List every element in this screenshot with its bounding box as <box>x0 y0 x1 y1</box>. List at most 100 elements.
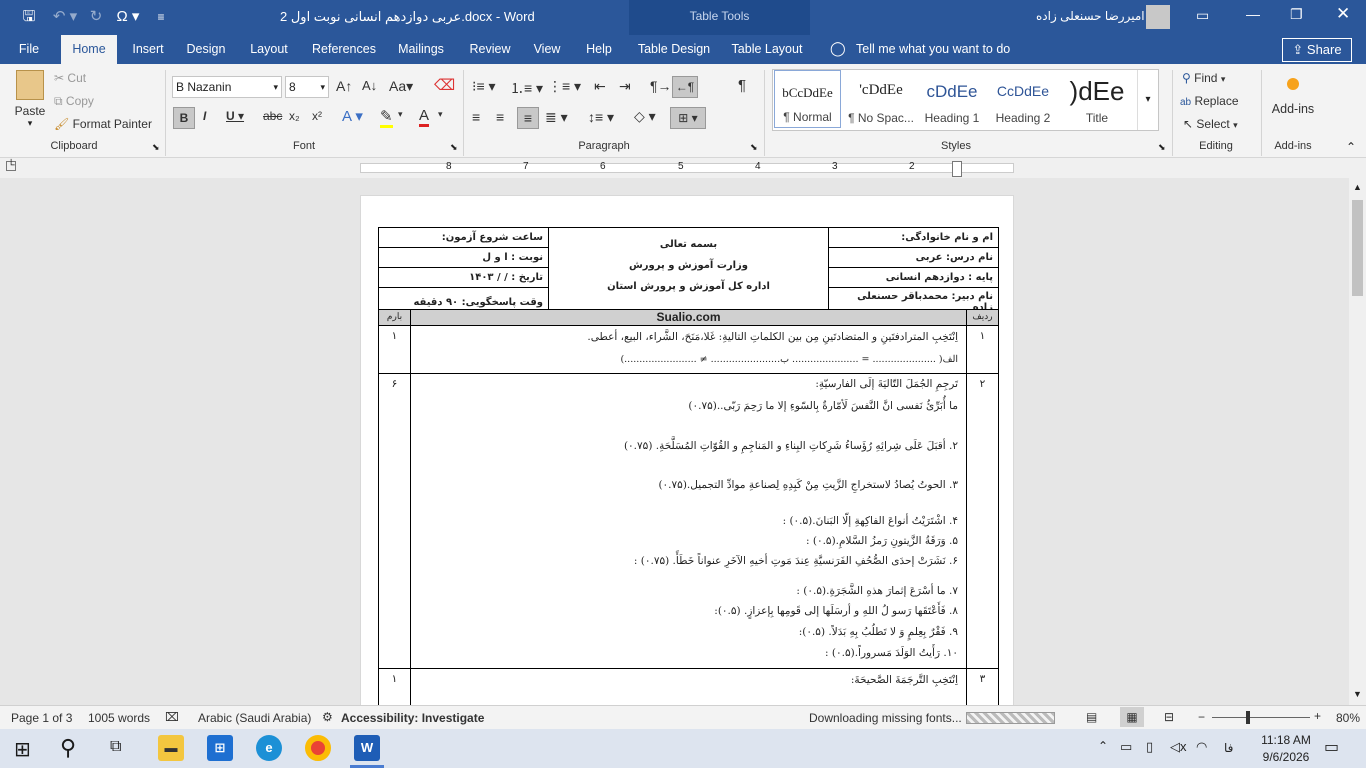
decrease-indent-icon[interactable]: ⇤ <box>594 78 606 95</box>
language-status[interactable]: Arabic (Saudi Arabia) <box>198 711 311 725</box>
battery-icon[interactable]: ▭ <box>1120 739 1132 755</box>
superscript-icon[interactable]: x² <box>312 109 322 123</box>
scroll-down-icon[interactable]: ▼ <box>1353 689 1362 699</box>
text-effects-icon[interactable]: A ▾ <box>342 107 363 125</box>
student-name-field[interactable]: ام و نام خانوادگی: <box>828 227 999 248</box>
shrink-font-icon[interactable]: A↓ <box>362 78 377 93</box>
align-left-icon[interactable]: ≡ <box>472 109 480 125</box>
lesson-field[interactable]: نام درس: عربی <box>828 247 999 268</box>
paste-button[interactable]: Paste ▾ <box>10 70 50 129</box>
maximize-icon[interactable]: ❐ <box>1290 6 1303 23</box>
clock-date[interactable]: 9/6/2026 <box>1258 750 1314 764</box>
tab-review[interactable]: Review <box>465 35 515 64</box>
strikethrough-icon[interactable]: abc <box>263 109 282 123</box>
web-layout-icon[interactable]: ⊟ <box>1164 710 1174 724</box>
dialog-launcher-icon[interactable]: ⬊ <box>152 142 160 153</box>
style-title[interactable]: )dEe Title <box>1064 70 1130 128</box>
clock-time[interactable]: 11:18 AM <box>1258 733 1314 747</box>
replace-button[interactable]: ab Replace <box>1180 94 1239 108</box>
zoom-level[interactable]: 80% <box>1336 711 1360 725</box>
font-name-select[interactable]: B Nazanin ▾ <box>172 76 282 98</box>
accessibility-icon[interactable]: ⚙ <box>322 710 333 724</box>
copy-button[interactable]: ⧉ Copy <box>54 94 94 109</box>
session-field[interactable]: نوبت : ا و ل <box>378 247 549 268</box>
chevron-down-icon[interactable]: ▾ <box>438 109 443 120</box>
search-icon[interactable]: ⚲ <box>60 735 76 761</box>
word-icon[interactable]: W <box>354 735 380 761</box>
dialog-launcher-icon[interactable]: ⬊ <box>1158 142 1166 153</box>
font-color-icon[interactable]: A <box>419 107 430 127</box>
collapse-ribbon-icon[interactable]: ⌃ <box>1346 140 1356 154</box>
document-page[interactable]: ساعت شروع آزمون: بسمه تعالی وزارت آموزش … <box>360 195 1014 705</box>
user-name[interactable]: امیررضا حسنعلی زاده <box>1036 9 1145 23</box>
print-layout-icon[interactable]: ▦ <box>1120 707 1144 727</box>
device-icon[interactable]: ▯ <box>1146 739 1153 755</box>
italic-icon[interactable]: I <box>203 109 206 123</box>
scroll-thumb[interactable] <box>1352 200 1363 296</box>
tab-file[interactable]: File <box>10 35 48 64</box>
tell-me-search[interactable]: Tell me what you want to do <box>856 35 1056 64</box>
undo-icon[interactable]: ↶ ▾ <box>48 6 82 28</box>
find-button[interactable]: ⚲ Find ▾ <box>1182 71 1225 85</box>
justify-icon[interactable]: ≣ ▾ <box>545 109 568 126</box>
dialog-launcher-icon[interactable]: ⬊ <box>750 142 758 153</box>
borders-icon[interactable]: ⊞ ▾ <box>670 107 706 129</box>
chevron-down-icon[interactable]: ▾ <box>398 109 403 120</box>
input-language[interactable]: فا <box>1224 741 1233 755</box>
highlight-icon[interactable]: ✎ <box>380 107 393 128</box>
style-heading-2[interactable]: CcDdEe Heading 2 <box>988 70 1058 128</box>
tab-table-layout[interactable]: Table Layout <box>728 35 806 64</box>
network-icon[interactable]: ◠ <box>1196 739 1207 755</box>
underline-icon[interactable]: U ▾ <box>226 109 244 123</box>
styles-more-icon[interactable]: ▾ <box>1137 70 1158 130</box>
numbering-icon[interactable]: ⒈≡ ▾ <box>510 78 543 98</box>
tab-home[interactable]: Home <box>61 35 117 64</box>
vertical-scrollbar[interactable]: ▲ ▼ <box>1349 178 1366 705</box>
tab-mailings[interactable]: Mailings <box>392 35 450 64</box>
align-center-icon[interactable]: ≡ <box>496 109 504 125</box>
notifications-icon[interactable]: ▭ <box>1324 737 1339 757</box>
page-count[interactable]: Page 1 of 3 <box>11 711 72 725</box>
proofing-icon[interactable]: ⌧ <box>165 710 179 724</box>
store-icon[interactable]: ⊞ <box>207 735 233 761</box>
volume-muted-icon[interactable]: ◁x <box>1170 739 1187 755</box>
style-normal[interactable]: bCcDdEe ¶ Normal <box>774 70 841 128</box>
word-count[interactable]: 1005 words <box>88 711 150 725</box>
save-icon[interactable]: 🖫 <box>18 6 40 28</box>
bullets-icon[interactable]: ⁝≡ ▾ <box>472 78 496 95</box>
align-right-icon[interactable]: ≡ <box>517 107 539 129</box>
shading-icon[interactable]: ◇ ▾ <box>634 108 656 125</box>
tab-references[interactable]: References <box>308 35 380 64</box>
add-ins-button[interactable]: Add-ins <box>1268 74 1318 116</box>
subscript-icon[interactable]: x₂ <box>289 109 300 123</box>
font-size-select[interactable]: 8 ▾ <box>285 76 329 98</box>
show-formatting-icon[interactable]: ¶ <box>738 77 746 94</box>
grade-field[interactable]: پایه : دوازدهم انسانی <box>828 267 999 288</box>
increase-indent-icon[interactable]: ⇥ <box>619 78 631 95</box>
accessibility-status[interactable]: Accessibility: Investigate <box>341 711 484 725</box>
format-painter-button[interactable]: 🖌 Format Painter <box>54 117 152 131</box>
grow-font-icon[interactable]: A↑ <box>336 78 352 94</box>
rtl-direction-icon[interactable]: ←¶ <box>672 76 698 98</box>
tab-insert[interactable]: Insert <box>126 35 170 64</box>
dialog-launcher-icon[interactable]: ⬊ <box>450 142 458 153</box>
zoom-in-icon[interactable]: + <box>1314 709 1321 723</box>
zoom-out-icon[interactable]: − <box>1198 710 1205 724</box>
tab-table-design[interactable]: Table Design <box>636 35 712 64</box>
tab-layout[interactable]: Layout <box>244 35 294 64</box>
style-no-spacing[interactable]: 'cDdEe ¶ No Spac... <box>846 70 916 128</box>
scroll-up-icon[interactable]: ▲ <box>1353 182 1362 192</box>
tab-design[interactable]: Design <box>182 35 230 64</box>
bold-icon[interactable]: B <box>173 107 195 129</box>
select-button[interactable]: ↖ Select ▾ <box>1183 117 1238 131</box>
chrome-icon[interactable] <box>305 735 331 761</box>
multilevel-list-icon[interactable]: ⋮≡ ▾ <box>548 78 581 95</box>
ltr-direction-icon[interactable]: ¶→ <box>650 78 672 94</box>
redo-icon[interactable]: ↻ <box>86 6 106 28</box>
close-icon[interactable]: ✕ <box>1336 4 1350 24</box>
symbol-icon[interactable]: Ω ▾ <box>112 6 144 28</box>
avatar[interactable] <box>1146 5 1170 29</box>
clear-formatting-icon[interactable]: ⌫ <box>434 76 455 94</box>
line-spacing-icon[interactable]: ↕≡ ▾ <box>588 109 614 126</box>
windows-start-icon[interactable]: ⊞ <box>14 737 31 762</box>
